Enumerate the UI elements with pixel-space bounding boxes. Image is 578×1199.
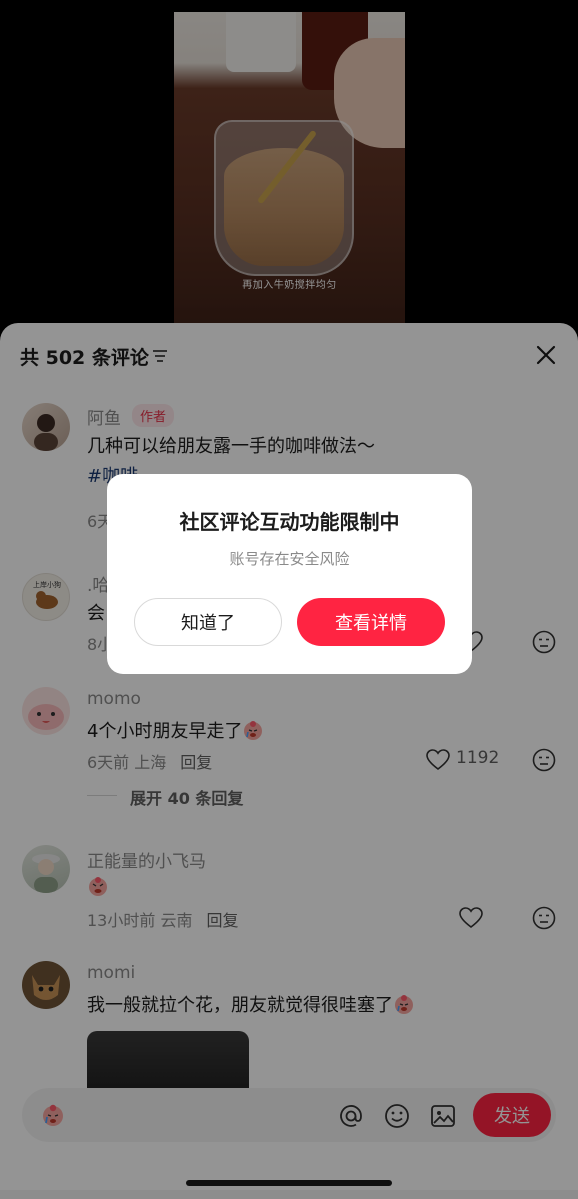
dismiss-button[interactable]: 知道了 — [134, 598, 282, 646]
restriction-dialog: 社区评论互动功能限制中 账号存在安全风险 知道了 查看详情 — [107, 474, 472, 674]
dialog-message: 账号存在安全风险 — [229, 550, 350, 568]
view-details-button[interactable]: 查看详情 — [297, 598, 445, 646]
dialog-title: 社区评论互动功能限制中 — [179, 510, 400, 534]
